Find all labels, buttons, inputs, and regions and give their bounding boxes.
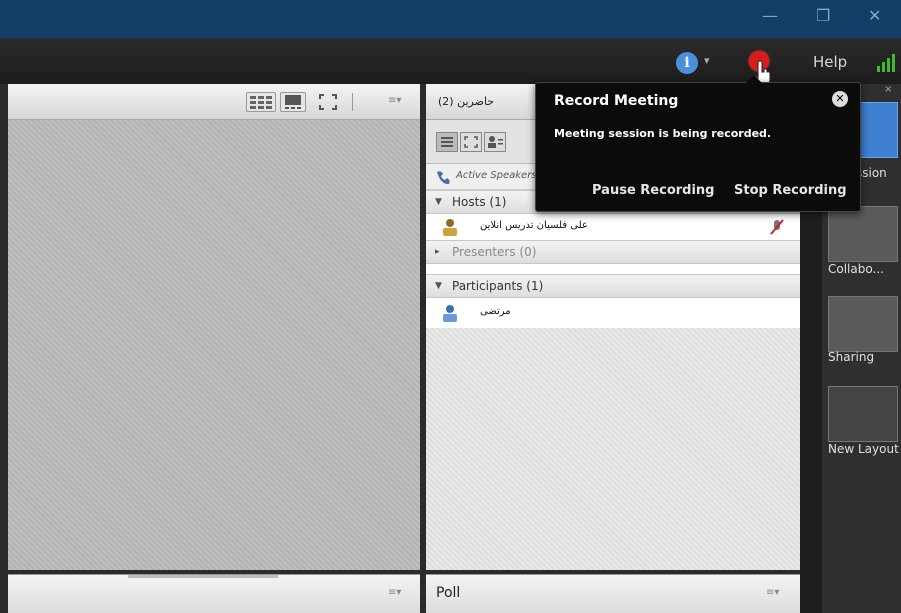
group-participants[interactable]: ▼ Participants (1): [426, 274, 800, 298]
expand-icon: [464, 136, 478, 148]
info-icon[interactable]: i: [676, 52, 698, 74]
minimize-icon[interactable]: —: [762, 6, 778, 25]
mic-muted-icon[interactable]: [768, 218, 786, 236]
speaker-phone-icon: [437, 171, 450, 185]
layout-label: Sharing: [828, 350, 875, 364]
pod-options-icon[interactable]: ≡▾: [766, 587, 779, 598]
participant-name: مرتضی: [480, 306, 511, 317]
group-presenters[interactable]: ▸ Presenters (0): [426, 240, 800, 264]
toolbar-divider: [352, 93, 353, 111]
stop-recording-button[interactable]: Stop Recording: [734, 183, 847, 198]
attendee-title: حاضرين (2): [432, 95, 494, 108]
pod-gutter: [0, 84, 8, 613]
group-presenters-label: Presenters (0): [452, 245, 537, 259]
pause-recording-button[interactable]: Pause Recording: [592, 183, 714, 198]
resize-handle[interactable]: [128, 575, 278, 578]
pod-options-icon[interactable]: ≡▾: [388, 587, 401, 598]
close-icon[interactable]: ✕: [832, 91, 848, 107]
grid-view-button[interactable]: [246, 92, 276, 112]
connection-signal-icon: [877, 54, 895, 72]
record-meeting-popup: Record Meeting ✕ Meeting session is bein…: [535, 75, 861, 212]
share-pod: ≡▾: [8, 84, 420, 570]
expand-view-button[interactable]: [460, 132, 482, 152]
single-view-button[interactable]: [280, 92, 306, 112]
group-hosts-label: Hosts (1): [452, 195, 507, 209]
host-avatar-icon: [443, 219, 457, 236]
pod-options-icon[interactable]: ≡▾: [388, 95, 401, 106]
expand-arrow-icon: ▼: [435, 281, 442, 291]
collapsed-arrow-icon: ▸: [435, 247, 440, 257]
layout-item-sharing[interactable]: [828, 296, 898, 352]
popup-pointer: [746, 75, 762, 83]
fullscreen-icon[interactable]: [318, 93, 338, 111]
attendee-count: (2): [438, 95, 454, 108]
record-popup-title: Record Meeting: [554, 93, 679, 109]
host-name: علی فلسیان تدریس انلاین: [480, 220, 588, 231]
layout-item-collaboration[interactable]: [828, 206, 898, 262]
attendee-status-button[interactable]: [484, 132, 506, 152]
poll-pod-header: Poll ≡▾: [426, 574, 800, 613]
person-list-icon: [488, 136, 503, 148]
attendee-list-empty-area: [426, 328, 800, 570]
active-speakers-label: Active Speakers: [456, 170, 537, 181]
attendee-title-label: حاضرين: [457, 95, 495, 108]
layout-label: Collabo...: [828, 262, 884, 276]
list-view-button[interactable]: [436, 132, 458, 152]
help-menu[interactable]: Help: [813, 53, 847, 71]
share-pod-header: ≡▾: [8, 84, 420, 120]
layout-item-new[interactable]: [828, 386, 898, 442]
list-item-participant[interactable]: مرتضی: [426, 300, 800, 326]
grid-icon: [250, 96, 272, 109]
expand-arrow-icon: ▼: [435, 197, 442, 207]
close-panel-icon[interactable]: ×: [884, 84, 892, 95]
presentation-view-icon: [285, 95, 301, 109]
poll-title: Poll: [436, 585, 461, 601]
share-content-area: [8, 120, 420, 570]
list-icon: [441, 137, 453, 147]
group-participants-label: Participants (1): [452, 279, 544, 293]
chat-pod-header: ≡▾: [8, 574, 420, 613]
list-item-host[interactable]: علی فلسیان تدریس انلاین: [426, 214, 800, 240]
close-window-icon[interactable]: ✕: [868, 6, 881, 25]
record-status-message: Meeting session is being recorded.: [554, 127, 772, 140]
layout-label: New Layout: [828, 442, 899, 456]
chevron-down-icon[interactable]: ▾: [704, 54, 710, 67]
restore-icon[interactable]: ❐: [816, 6, 830, 25]
participant-avatar-icon: [443, 305, 457, 322]
